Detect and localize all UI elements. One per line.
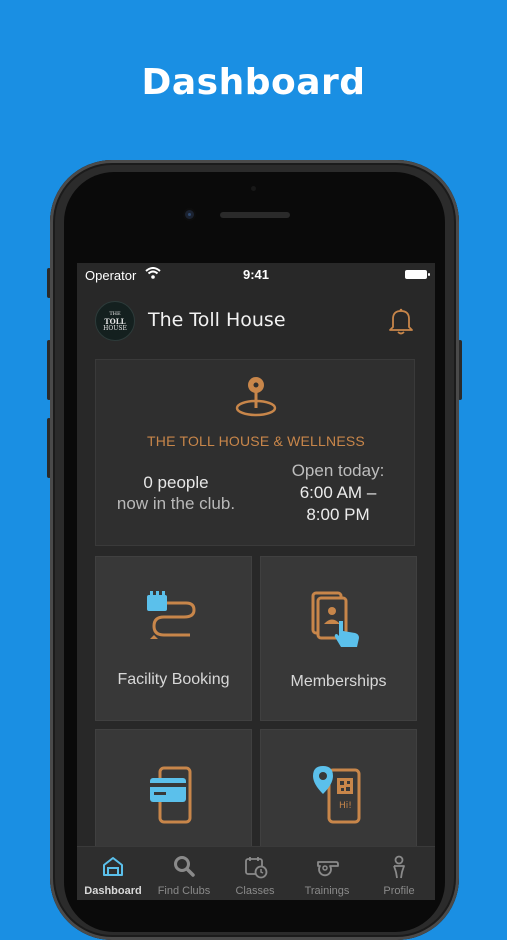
svg-text:Hi!: Hi! (339, 801, 352, 811)
payment-tile[interactable] (95, 729, 252, 854)
bottom-tab-bar: Dashboard Find Clubs Classes Trainings P… (77, 846, 435, 900)
calendar-clock-icon (245, 857, 268, 879)
clock: 9:41 (242, 267, 270, 282)
location-pin-icon (234, 374, 278, 425)
open-label: Open today: (291, 461, 385, 480)
opening-hours: Open today: 6:00 AM – 8:00 PM (268, 460, 408, 526)
membership-card-icon (311, 591, 359, 647)
club-full-name: THE TOLL HOUSE & WELLNESS (147, 433, 365, 449)
tab-profile[interactable]: Profile (363, 847, 435, 900)
tab-profile-label: Profile (383, 885, 415, 897)
whistle-icon (317, 861, 339, 877)
app-header: THE TOLL HOUSE The Toll House (77, 297, 435, 347)
payment-card-phone-icon (150, 766, 192, 824)
person-icon (393, 855, 405, 879)
logo-text-line3: HOUSE (103, 324, 127, 332)
facility-booking-label: Facility Booking (117, 671, 230, 688)
open-to: 8:00 PM (306, 505, 370, 524)
search-icon (174, 856, 195, 877)
tab-find-clubs-label: Find Clubs (157, 885, 211, 897)
tab-dashboard-label: Dashboard (84, 885, 142, 897)
memberships-label: Memberships (290, 673, 387, 690)
page-headline: Dashboard (141, 62, 366, 103)
memberships-tile[interactable]: Memberships (260, 556, 417, 721)
calendar-path-icon (147, 591, 196, 639)
open-from: 6:00 AM – (299, 483, 377, 502)
front-camera (185, 210, 194, 219)
tab-find-clubs[interactable]: Find Clubs (148, 847, 220, 900)
proximity-sensor (251, 186, 256, 191)
tab-dashboard[interactable]: Dashboard (77, 847, 149, 900)
tab-trainings[interactable]: Trainings (291, 847, 363, 900)
tab-classes[interactable]: Classes (219, 847, 291, 900)
earpiece-speaker (220, 212, 290, 218)
tab-trainings-label: Trainings (304, 885, 350, 897)
occupancy: 0 people now in the club. (96, 472, 256, 514)
battery-icon (405, 270, 430, 279)
status-bar: Operator 9:41 (77, 263, 435, 287)
people-count: 0 people (143, 473, 209, 492)
checkin-tile[interactable]: Hi! (260, 729, 417, 854)
facility-booking-tile[interactable]: Facility Booking (95, 556, 252, 721)
app-screen: Operator 9:41 THE TOLL HOUSE The Toll Ho… (77, 263, 435, 900)
club-info-card[interactable]: THE TOLL HOUSE & WELLNESS 0 people now i… (95, 359, 415, 546)
club-logo[interactable]: THE TOLL HOUSE (95, 301, 135, 341)
home-icon (103, 857, 123, 876)
club-name[interactable]: The Toll House (148, 309, 286, 331)
bell-icon[interactable] (388, 307, 414, 340)
logo-text-line2: TOLL (104, 316, 126, 326)
people-suffix: now in the club. (116, 494, 236, 513)
location-qr-phone-icon: Hi! (313, 766, 361, 824)
tab-classes-label: Classes (235, 885, 275, 897)
